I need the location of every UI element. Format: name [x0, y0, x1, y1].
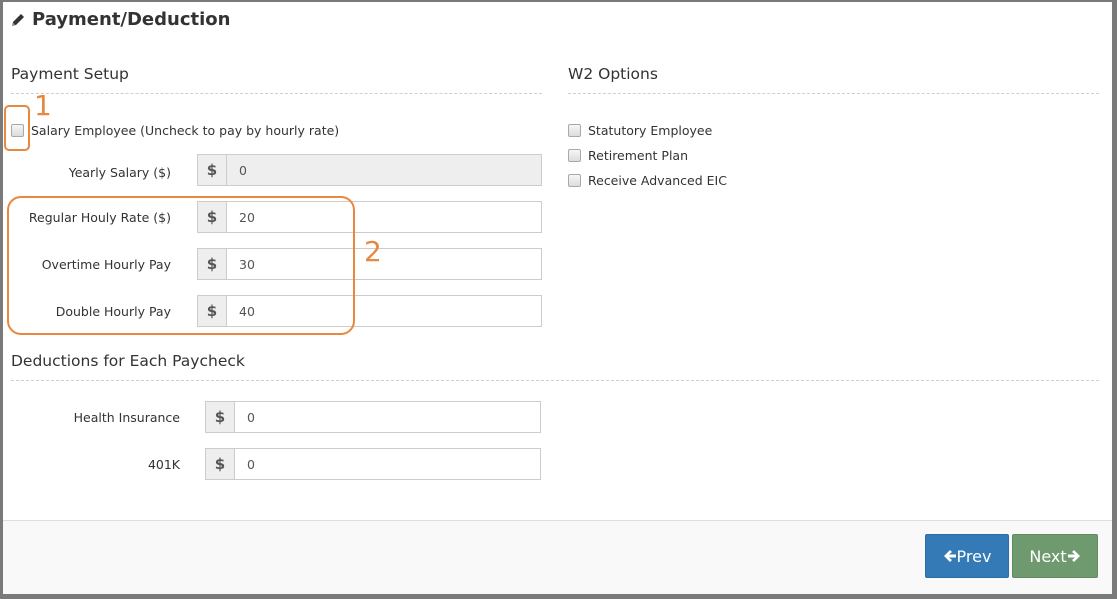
page-title: Payment/Deduction: [10, 9, 230, 30]
page-title-text: Payment/Deduction: [32, 9, 231, 30]
salary-employee-label: Salary Employee (Uncheck to pay by hourl…: [31, 123, 340, 138]
arrow-left-icon: [943, 550, 956, 562]
statutory-employee-label: Statutory Employee: [588, 123, 713, 138]
payment-setup-heading: Payment Setup: [11, 65, 129, 83]
dollar-addon: $: [198, 155, 227, 185]
annotation-box-2: [7, 196, 355, 335]
divider: [11, 93, 542, 94]
health-insurance-input[interactable]: 0: [235, 402, 540, 432]
arrow-right-icon: [1067, 550, 1080, 562]
dollar-addon: $: [206, 449, 235, 479]
401k-field[interactable]: $ 0: [205, 448, 541, 480]
next-button[interactable]: Next: [1012, 534, 1098, 578]
next-button-label: Next: [1029, 546, 1067, 566]
divider: [11, 380, 1099, 381]
w2-options-heading: W2 Options: [568, 65, 658, 83]
health-insurance-label: Health Insurance: [73, 410, 180, 425]
retirement-plan-checkbox[interactable]: [568, 149, 581, 162]
yearly-salary-label: Yearly Salary ($): [68, 165, 171, 180]
receive-advanced-eic-label: Receive Advanced EIC: [588, 173, 727, 188]
annotation-box-1: [4, 105, 30, 151]
annotation-number-2: 2: [364, 235, 382, 268]
prev-button[interactable]: Prev: [925, 534, 1009, 578]
receive-advanced-eic-checkbox[interactable]: [568, 174, 581, 187]
yearly-salary-field[interactable]: $ 0: [197, 154, 542, 186]
retirement-plan-label: Retirement Plan: [588, 148, 688, 163]
401k-label: 401K: [147, 457, 180, 472]
prev-button-label: Prev: [956, 546, 992, 566]
401k-input[interactable]: 0: [235, 449, 540, 479]
annotation-number-1: 1: [34, 89, 52, 122]
deductions-heading: Deductions for Each Paycheck: [11, 352, 245, 370]
health-insurance-field[interactable]: $ 0: [205, 401, 541, 433]
pencil-icon: [12, 13, 24, 26]
statutory-employee-checkbox[interactable]: [568, 124, 581, 137]
divider: [568, 93, 1099, 94]
dollar-addon: $: [206, 402, 235, 432]
yearly-salary-input[interactable]: 0: [227, 155, 541, 185]
